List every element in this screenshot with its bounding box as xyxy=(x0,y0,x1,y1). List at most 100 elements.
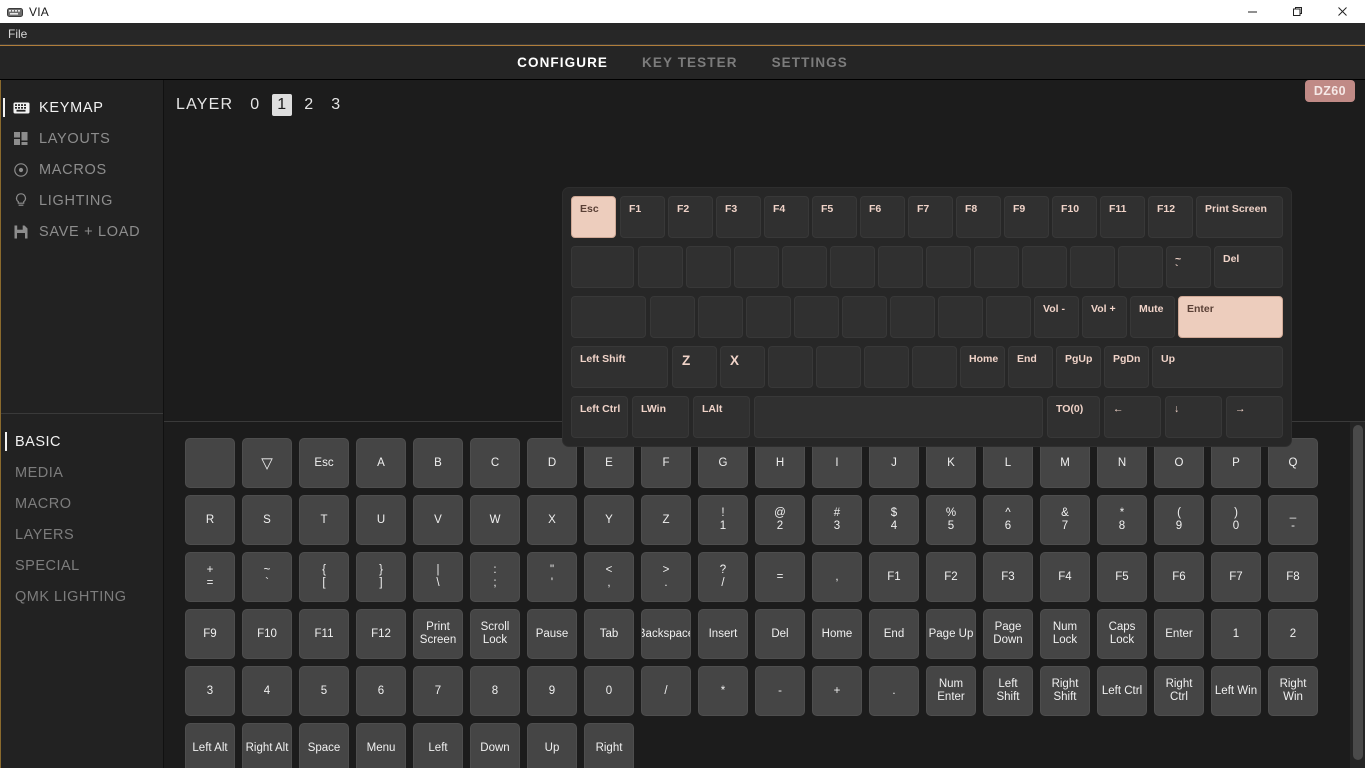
key-picker-key[interactable]: Backspace xyxy=(641,609,691,659)
keyboard-key[interactable] xyxy=(782,246,827,288)
key-picker-key[interactable]: F10 xyxy=(242,609,292,659)
key-picker-key[interactable]: $4 xyxy=(869,495,919,545)
sidebar-item-save-load[interactable]: SAVE + LOAD xyxy=(1,216,163,247)
key-picker-key[interactable]: F12 xyxy=(356,609,406,659)
key-picker-key[interactable]: F7 xyxy=(1211,552,1261,602)
category-macro[interactable]: MACRO xyxy=(1,488,163,519)
keyboard-key[interactable]: Left Ctrl xyxy=(571,396,628,438)
key-picker-key[interactable]: F4 xyxy=(1040,552,1090,602)
keyboard-key[interactable]: Left Shift xyxy=(571,346,668,388)
key-picker-key[interactable]: 7 xyxy=(413,666,463,716)
keyboard-key[interactable] xyxy=(754,396,1043,438)
sidebar-item-keymap[interactable]: KEYMAP xyxy=(1,92,163,123)
key-picker-key[interactable]: F11 xyxy=(299,609,349,659)
key-picker-key[interactable]: Num Lock xyxy=(1040,609,1090,659)
keyboard-key[interactable] xyxy=(698,296,743,338)
keyboard-key[interactable]: F8 xyxy=(956,196,1001,238)
category-qmk-lighting[interactable]: QMK LIGHTING xyxy=(1,581,163,612)
keyboard-key[interactable] xyxy=(912,346,957,388)
keyboard-key[interactable]: Enter xyxy=(1178,296,1283,338)
key-picker-key[interactable]: C xyxy=(470,438,520,488)
key-picker-key[interactable]: A xyxy=(356,438,406,488)
scrollbar-thumb[interactable] xyxy=(1353,425,1363,760)
key-picker-key[interactable]: #3 xyxy=(812,495,862,545)
keyboard-key[interactable] xyxy=(1022,246,1067,288)
layer-option-1[interactable]: 1 xyxy=(272,94,293,116)
key-picker-key[interactable]: Del xyxy=(755,609,805,659)
keyboard-key[interactable]: F12 xyxy=(1148,196,1193,238)
key-picker-key[interactable]: @2 xyxy=(755,495,805,545)
key-picker-key[interactable]: Left Win xyxy=(1211,666,1261,716)
keyboard-key[interactable]: → xyxy=(1226,396,1283,438)
key-picker-key[interactable]: ) 0 xyxy=(1211,495,1261,545)
key-picker-key[interactable]: Left Alt xyxy=(185,723,235,768)
key-picker-key[interactable]: Menu xyxy=(356,723,406,768)
keyboard-key[interactable] xyxy=(938,296,983,338)
key-picker-key[interactable]: (9 xyxy=(1154,495,1204,545)
key-picker-key[interactable]: Page Up xyxy=(926,609,976,659)
key-picker-key[interactable]: F1 xyxy=(869,552,919,602)
keyboard-key[interactable] xyxy=(926,246,971,288)
key-picker-key[interactable]: T xyxy=(299,495,349,545)
key-picker-key[interactable]: * 8 xyxy=(1097,495,1147,545)
key-picker-key[interactable]: V xyxy=(413,495,463,545)
key-picker-key[interactable]: 2 xyxy=(1268,609,1318,659)
keyboard-key[interactable]: F2 xyxy=(668,196,713,238)
key-picker-key[interactable]: ! 1 xyxy=(698,495,748,545)
keyboard-key[interactable]: PgDn xyxy=(1104,346,1149,388)
tab-settings[interactable]: SETTINGS xyxy=(772,55,848,70)
key-picker-key[interactable]: ? / xyxy=(698,552,748,602)
close-button[interactable] xyxy=(1320,0,1365,23)
key-picker-key[interactable]: Right Ctrl xyxy=(1154,666,1204,716)
keyboard-key[interactable]: TO(0) xyxy=(1047,396,1100,438)
keyboard-key[interactable]: Vol - xyxy=(1034,296,1079,338)
key-picker-key[interactable]: % 5 xyxy=(926,495,976,545)
keyboard-key[interactable]: F6 xyxy=(860,196,905,238)
key-picker-key[interactable]: W xyxy=(470,495,520,545)
keyboard-key[interactable] xyxy=(650,296,695,338)
key-picker-key[interactable]: Pause xyxy=(527,609,577,659)
key-picker-scrollbar[interactable] xyxy=(1350,422,1365,768)
key-picker-key[interactable]: 6 xyxy=(356,666,406,716)
keyboard-key[interactable]: F9 xyxy=(1004,196,1049,238)
key-picker-key[interactable]: + xyxy=(812,666,862,716)
keyboard-key[interactable]: Z xyxy=(672,346,717,388)
keyboard-key[interactable] xyxy=(1118,246,1163,288)
keyboard-key[interactable] xyxy=(746,296,791,338)
key-picker-key[interactable]: Enter xyxy=(1154,609,1204,659)
keyboard-key[interactable] xyxy=(638,246,683,288)
key-picker-key[interactable]: Left Shift xyxy=(983,666,1033,716)
key-picker-key[interactable]: 1 xyxy=(1211,609,1261,659)
key-picker-key[interactable]: F8 xyxy=(1268,552,1318,602)
keyboard-key[interactable] xyxy=(768,346,813,388)
key-picker-key[interactable]: F2 xyxy=(926,552,976,602)
key-picker-key[interactable]: R xyxy=(185,495,235,545)
category-layers[interactable]: LAYERS xyxy=(1,519,163,550)
key-picker-key[interactable]: }] xyxy=(356,552,406,602)
keyboard-key[interactable] xyxy=(794,296,839,338)
keyboard-key[interactable]: LAlt xyxy=(693,396,750,438)
key-picker-key[interactable]: Space xyxy=(299,723,349,768)
keyboard-key[interactable] xyxy=(830,246,875,288)
layer-option-3[interactable]: 3 xyxy=(326,94,346,116)
key-picker-key[interactable]: 4 xyxy=(242,666,292,716)
key-picker-key[interactable]: Right Alt xyxy=(242,723,292,768)
key-picker-key[interactable]: + = xyxy=(185,552,235,602)
keyboard-key[interactable]: F7 xyxy=(908,196,953,238)
key-picker-key[interactable]: " ' xyxy=(527,552,577,602)
keyboard-key[interactable]: F11 xyxy=(1100,196,1145,238)
key-picker-key[interactable]: Down xyxy=(470,723,520,768)
key-picker-key[interactable]: = xyxy=(755,552,805,602)
device-badge[interactable]: DZ60 xyxy=(1304,80,1355,102)
key-picker-key[interactable]: / xyxy=(641,666,691,716)
key-picker-key[interactable]: | \ xyxy=(413,552,463,602)
key-picker-key[interactable]: ^ 6 xyxy=(983,495,1033,545)
key-picker-key[interactable]: 0 xyxy=(584,666,634,716)
key-picker-key[interactable]: End xyxy=(869,609,919,659)
keyboard-key[interactable]: Esc xyxy=(571,196,616,238)
key-picker-key[interactable]: Page Down xyxy=(983,609,1033,659)
key-picker-key[interactable]: Scroll Lock xyxy=(470,609,520,659)
keyboard-key[interactable] xyxy=(571,246,634,288)
key-picker-key[interactable]: X xyxy=(527,495,577,545)
key-picker-key[interactable]: F5 xyxy=(1097,552,1147,602)
